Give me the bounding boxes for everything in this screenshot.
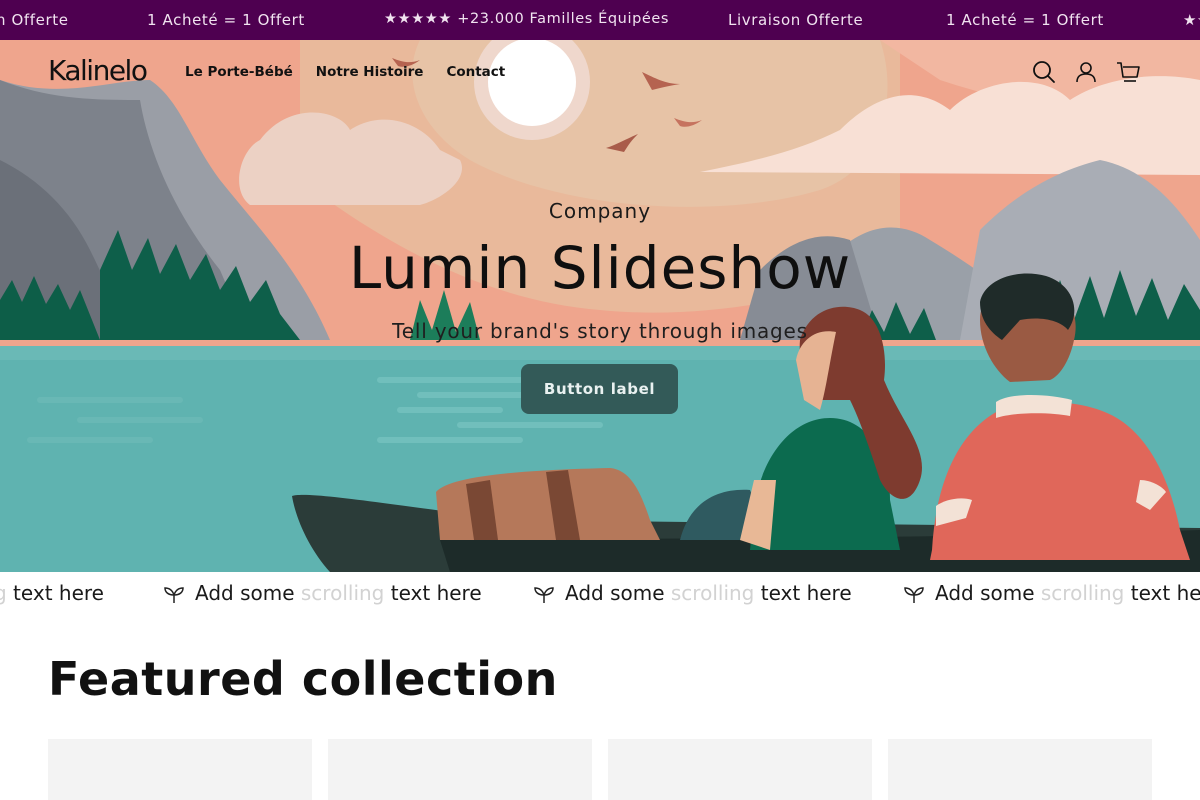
hero-eyebrow: Company [548, 199, 652, 223]
search-icon[interactable] [1031, 59, 1057, 85]
scrolling-text-bar: g text here Add some scrolling text here… [0, 572, 1200, 616]
nav-item-notre-histoire[interactable]: Notre Histoire [316, 64, 424, 80]
announcement-bar: n Offerte 1 Acheté = 1 Offert ★★★★★ +23.… [0, 0, 1200, 40]
announcement-item: ★★★★★ +23.000 Familles Équipées [384, 11, 670, 27]
announcement-item: 1 Acheté = 1 Offert [147, 11, 305, 29]
product-card[interactable] [328, 739, 592, 800]
site-logo[interactable]: Kalinelo [48, 54, 148, 87]
scroll-text-item: g text here [0, 581, 104, 605]
cart-icon[interactable] [1115, 59, 1141, 85]
hero-headline: Lumin Slideshow [348, 234, 852, 302]
product-card[interactable] [888, 739, 1152, 800]
announcement-item: 1 Acheté = 1 Offert [946, 11, 1104, 29]
hero-cta-button[interactable]: Button label [521, 364, 678, 414]
scroll-text-item: Add some scrolling text here [195, 581, 482, 605]
leaf-sprout-icon [534, 587, 554, 603]
scroll-text-item: Add some scrolling text he [935, 581, 1200, 605]
nav-item-porte-bebe[interactable]: Le Porte-Bébé [185, 64, 293, 80]
product-card[interactable] [608, 739, 872, 800]
product-card[interactable] [48, 739, 312, 800]
site-header: Kalinelo Le Porte-Bébé Notre Histoire Co… [0, 40, 1200, 104]
hero-subline: Tell your brand's story through images [392, 319, 808, 343]
hero-slideshow: Company Lumin Slideshow Tell your brand'… [0, 40, 1200, 572]
leaf-sprout-icon [904, 587, 924, 603]
announcement-item: Livraison Offerte [728, 11, 864, 29]
main-nav: Le Porte-Bébé Notre Histoire Contact [185, 64, 505, 80]
featured-collection-title: Featured collection [48, 652, 558, 706]
scroll-text-item: Add some scrolling text here [565, 581, 852, 605]
announcement-item: ★★ [1183, 11, 1200, 29]
nav-item-contact[interactable]: Contact [446, 64, 505, 80]
hero-illustration [0, 40, 1200, 572]
account-icon[interactable] [1073, 59, 1099, 85]
announcement-item: n Offerte [0, 11, 69, 29]
leaf-sprout-icon [164, 587, 184, 603]
